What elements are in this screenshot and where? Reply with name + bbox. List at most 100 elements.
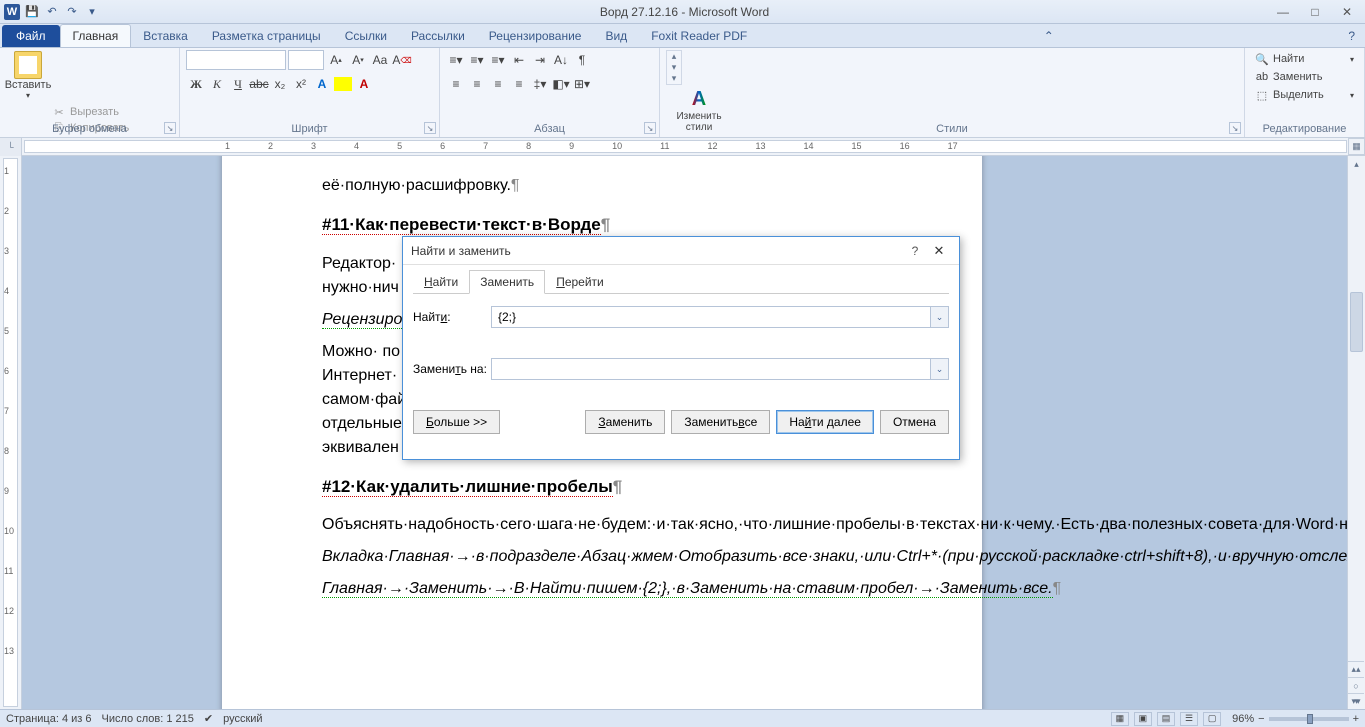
ruler-toggle-button[interactable]: ▦ (1348, 138, 1365, 155)
clipboard-launcher-icon[interactable]: ↘ (164, 122, 176, 134)
replace-dropdown-icon[interactable]: ⌄ (930, 359, 948, 379)
inc-indent-button[interactable]: ⇥ (530, 50, 550, 70)
numbering-button[interactable]: ≡▾ (467, 50, 487, 70)
tab-layout[interactable]: Разметка страницы (200, 25, 333, 47)
vertical-scrollbar[interactable]: ▴ ▾ ▴▴ ○ ▾▾ (1347, 156, 1365, 709)
scroll-up-icon[interactable]: ▴ (1348, 156, 1365, 172)
replace-button[interactable]: abЗаменить (1251, 68, 1358, 86)
shrink-font-button[interactable]: A▾ (348, 50, 368, 70)
align-center-button[interactable]: ≡ (467, 74, 487, 94)
file-tab[interactable]: Файл (2, 25, 60, 47)
cut-button[interactable]: ✂Вырезать (52, 105, 173, 119)
maximize-button[interactable]: □ (1301, 3, 1329, 21)
tab-mailings[interactable]: Рассылки (399, 25, 477, 47)
browse-select-icon[interactable]: ○ (1348, 677, 1364, 693)
underline-button[interactable]: Ч (228, 74, 248, 94)
tab-view[interactable]: Вид (593, 25, 639, 47)
replace-all-button[interactable]: Заменить все (671, 410, 770, 434)
find-next-button[interactable]: Найти далее (776, 410, 874, 434)
next-page-icon[interactable]: ▾▾ (1348, 693, 1364, 709)
change-case-button[interactable]: Aa (370, 50, 390, 70)
find-button[interactable]: 🔍Найти▾ (1251, 50, 1358, 68)
dialog-tab-goto[interactable]: Перейти (545, 270, 615, 294)
dialog-tab-replace[interactable]: Заменить (469, 270, 545, 294)
undo-icon[interactable]: ↶ (44, 4, 60, 20)
more-button[interactable]: Больше >> (413, 410, 500, 434)
view-print-layout[interactable]: ▦ (1111, 712, 1129, 726)
replace-input[interactable]: ⌄ (491, 358, 949, 380)
borders-button[interactable]: ⊞▾ (572, 74, 592, 94)
highlight-button[interactable] (333, 74, 353, 94)
multilevel-button[interactable]: ≡▾ (488, 50, 508, 70)
status-words[interactable]: Число слов: 1 215 (102, 713, 194, 725)
text-effects-button[interactable]: A (312, 74, 332, 94)
subscript-button[interactable]: x₂ (270, 74, 290, 94)
tab-selector[interactable]: └ (0, 138, 22, 156)
paste-dropdown-icon[interactable]: ▾ (26, 91, 30, 100)
view-draft[interactable]: ▢ (1203, 712, 1221, 726)
dialog-title-bar[interactable]: Найти и заменить ? ✕ (403, 237, 959, 265)
sort-button[interactable]: A↓ (551, 50, 571, 70)
scroll-down-icon[interactable]: ▾ (667, 62, 681, 73)
replace-one-button[interactable]: Заменить (585, 410, 665, 434)
font-launcher-icon[interactable]: ↘ (424, 122, 436, 134)
close-button[interactable]: ✕ (1333, 3, 1361, 21)
shading-button[interactable]: ◧▾ (551, 74, 571, 94)
prev-page-icon[interactable]: ▴▴ (1348, 661, 1364, 677)
scroll-up-icon[interactable]: ▴ (667, 51, 681, 62)
line-spacing-button[interactable]: ‡▾ (530, 74, 550, 94)
zoom-level[interactable]: 96% (1232, 713, 1254, 725)
zoom-slider[interactable] (1269, 717, 1349, 721)
save-icon[interactable]: 💾 (24, 4, 40, 20)
styles-scroll[interactable]: ▴▾▾ (666, 50, 682, 85)
dialog-tab-find[interactable]: Найти (413, 270, 469, 294)
show-marks-button[interactable]: ¶ (572, 50, 592, 70)
grow-font-button[interactable]: A▴ (326, 50, 346, 70)
tab-home[interactable]: Главная (60, 24, 132, 47)
dialog-help-button[interactable]: ? (903, 244, 927, 258)
dec-indent-button[interactable]: ⇤ (509, 50, 529, 70)
status-language[interactable]: русский (223, 713, 262, 725)
ribbon-minimize-icon[interactable]: ⌃ (1034, 25, 1064, 47)
paste-button[interactable]: Вставить ▾ (6, 50, 50, 101)
minimize-button[interactable]: — (1269, 3, 1297, 21)
zoom-in-button[interactable]: + (1353, 713, 1359, 725)
strike-button[interactable]: abc (249, 74, 269, 94)
view-web[interactable]: ▤ (1157, 712, 1175, 726)
redo-icon[interactable]: ↷ (64, 4, 80, 20)
view-reading[interactable]: ▣ (1134, 712, 1152, 726)
select-button[interactable]: ⬚Выделить▾ (1251, 86, 1358, 104)
font-name-combo[interactable] (186, 50, 286, 70)
qat-customize-icon[interactable]: ▾ (84, 4, 100, 20)
bullets-button[interactable]: ≡▾ (446, 50, 466, 70)
align-left-button[interactable]: ≡ (446, 74, 466, 94)
scroll-thumb[interactable] (1350, 292, 1363, 352)
help-icon[interactable]: ? (1338, 25, 1365, 47)
proofing-icon[interactable]: ✔ (204, 712, 213, 725)
italic-button[interactable]: К (207, 74, 227, 94)
dialog-close-button[interactable]: ✕ (927, 243, 951, 259)
superscript-button[interactable]: x² (291, 74, 311, 94)
tab-insert[interactable]: Вставка (131, 25, 200, 47)
browse-object[interactable]: ▴▴ ○ ▾▾ (1348, 661, 1364, 709)
tab-references[interactable]: Ссылки (333, 25, 399, 47)
bold-button[interactable]: Ж (186, 74, 206, 94)
cancel-button[interactable]: Отмена (880, 410, 949, 434)
view-outline[interactable]: ☰ (1180, 712, 1198, 726)
clear-format-button[interactable]: A⌫ (392, 50, 412, 70)
font-color-button[interactable]: A (354, 74, 374, 94)
font-size-combo[interactable] (288, 50, 324, 70)
horizontal-ruler[interactable]: 1234567891011121314151617 (24, 140, 1347, 153)
find-dropdown-icon[interactable]: ⌄ (930, 307, 948, 327)
align-right-button[interactable]: ≡ (488, 74, 508, 94)
tab-review[interactable]: Рецензирование (477, 25, 594, 47)
justify-button[interactable]: ≡ (509, 74, 529, 94)
vertical-ruler[interactable]: 12345678910111213 (0, 156, 22, 709)
scroll-more-icon[interactable]: ▾ (667, 73, 681, 84)
status-page[interactable]: Страница: 4 из 6 (6, 713, 92, 725)
find-input[interactable]: {2;} ⌄ (491, 306, 949, 328)
zoom-out-button[interactable]: − (1258, 713, 1264, 725)
styles-launcher-icon[interactable]: ↘ (1229, 122, 1241, 134)
para-launcher-icon[interactable]: ↘ (644, 122, 656, 134)
tab-foxit[interactable]: Foxit Reader PDF (639, 25, 759, 47)
